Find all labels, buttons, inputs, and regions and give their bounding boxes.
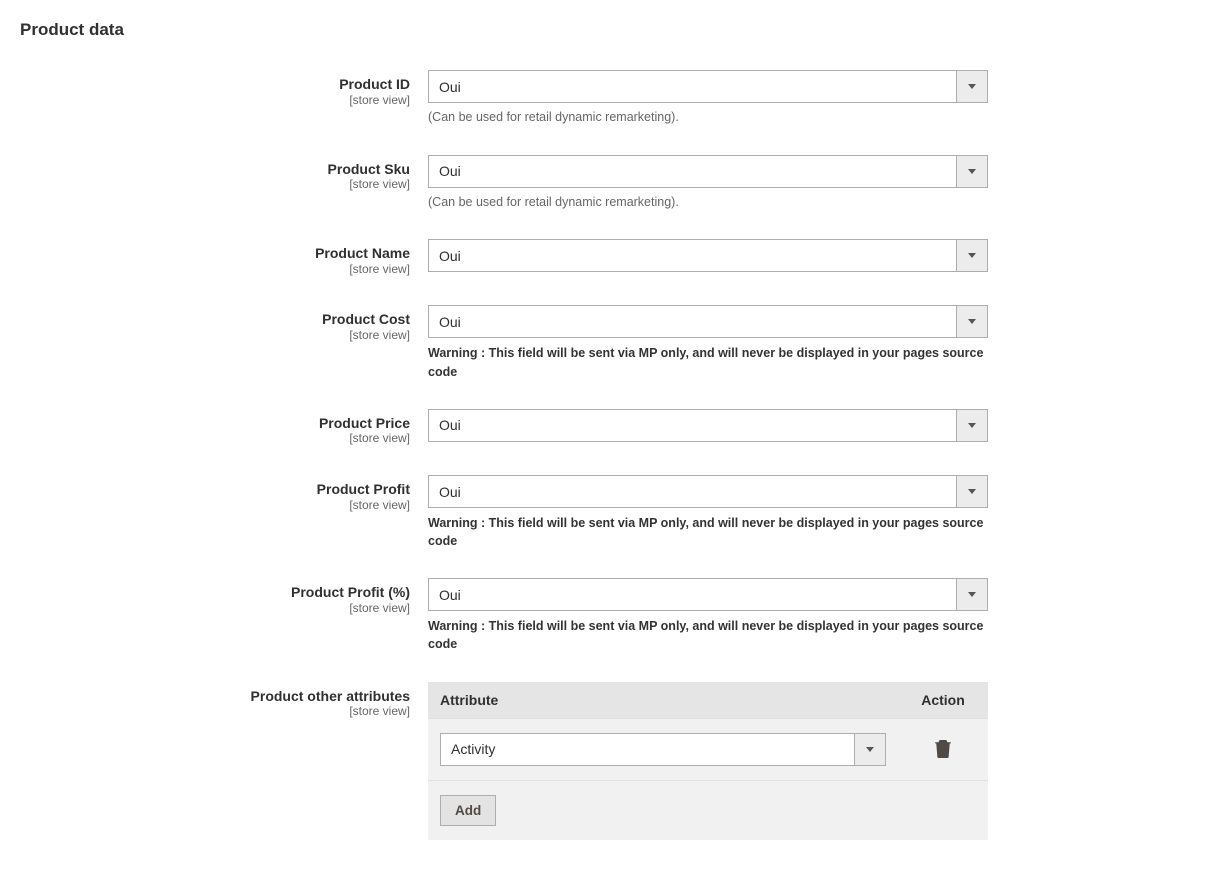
scope-label: [store view] bbox=[20, 601, 410, 617]
control-product-sku: Oui (Can be used for retail dynamic rema… bbox=[428, 155, 988, 212]
select-value: Oui bbox=[429, 248, 956, 264]
row-product-cost: Product Cost [store view] Oui Warning : … bbox=[20, 305, 1211, 380]
field-label: Product Cost bbox=[20, 311, 410, 328]
add-row: Add bbox=[428, 780, 988, 840]
chevron-down-icon bbox=[956, 156, 987, 187]
scope-label: [store view] bbox=[20, 431, 410, 447]
table-row: Activity bbox=[428, 718, 988, 780]
row-product-sku: Product Sku [store view] Oui (Can be use… bbox=[20, 155, 1211, 212]
label-product-sku: Product Sku [store view] bbox=[20, 155, 428, 193]
control-product-profit-pct: Oui Warning : This field will be sent vi… bbox=[428, 578, 988, 653]
label-product-name: Product Name [store view] bbox=[20, 239, 428, 277]
row-product-price: Product Price [store view] Oui bbox=[20, 409, 1211, 447]
label-product-profit-pct: Product Profit (%) [store view] bbox=[20, 578, 428, 616]
warning-product-profit-pct: Warning : This field will be sent via MP… bbox=[428, 617, 988, 653]
delete-button[interactable] bbox=[931, 737, 955, 761]
select-product-name[interactable]: Oui bbox=[428, 239, 988, 272]
warning-product-cost: Warning : This field will be sent via MP… bbox=[428, 344, 988, 380]
trash-icon bbox=[935, 740, 951, 758]
control-product-name: Oui bbox=[428, 239, 988, 272]
scope-label: [store view] bbox=[20, 262, 410, 278]
add-button[interactable]: Add bbox=[440, 795, 496, 826]
help-product-id: (Can be used for retail dynamic remarket… bbox=[428, 109, 988, 127]
select-product-price[interactable]: Oui bbox=[428, 409, 988, 442]
select-value: Oui bbox=[429, 314, 956, 330]
select-value: Activity bbox=[441, 741, 854, 757]
row-product-profit-pct: Product Profit (%) [store view] Oui Warn… bbox=[20, 578, 1211, 653]
field-label: Product ID bbox=[20, 76, 410, 93]
control-product-id: Oui (Can be used for retail dynamic rema… bbox=[428, 70, 988, 127]
select-value: Oui bbox=[429, 163, 956, 179]
label-other-attributes: Product other attributes [store view] bbox=[20, 682, 428, 720]
select-product-profit[interactable]: Oui bbox=[428, 475, 988, 508]
select-value: Oui bbox=[429, 587, 956, 603]
label-product-cost: Product Cost [store view] bbox=[20, 305, 428, 343]
select-product-sku[interactable]: Oui bbox=[428, 155, 988, 188]
chevron-down-icon bbox=[956, 476, 987, 507]
chevron-down-icon bbox=[956, 71, 987, 102]
chevron-down-icon bbox=[854, 734, 885, 765]
section-title: Product data bbox=[20, 20, 1211, 40]
col-attribute: Attribute bbox=[428, 682, 898, 719]
select-value: Oui bbox=[429, 484, 956, 500]
select-value: Oui bbox=[429, 417, 956, 433]
control-other-attributes: Attribute Action Activity bbox=[428, 682, 988, 840]
field-label: Product other attributes bbox=[20, 688, 410, 705]
row-product-name: Product Name [store view] Oui bbox=[20, 239, 1211, 277]
control-product-profit: Oui Warning : This field will be sent vi… bbox=[428, 475, 988, 550]
scope-label: [store view] bbox=[20, 498, 410, 514]
label-product-profit: Product Profit [store view] bbox=[20, 475, 428, 513]
row-product-profit: Product Profit [store view] Oui Warning … bbox=[20, 475, 1211, 550]
warning-product-profit: Warning : This field will be sent via MP… bbox=[428, 514, 988, 550]
row-other-attributes: Product other attributes [store view] At… bbox=[20, 682, 1211, 840]
select-attribute[interactable]: Activity bbox=[440, 733, 886, 766]
field-label: Product Name bbox=[20, 245, 410, 262]
chevron-down-icon bbox=[956, 410, 987, 441]
select-product-cost[interactable]: Oui bbox=[428, 305, 988, 338]
chevron-down-icon bbox=[956, 306, 987, 337]
field-label: Product Sku bbox=[20, 161, 410, 178]
field-label: Product Profit bbox=[20, 481, 410, 498]
field-label: Product Profit (%) bbox=[20, 584, 410, 601]
scope-label: [store view] bbox=[20, 704, 410, 720]
select-value: Oui bbox=[429, 79, 956, 95]
select-product-id[interactable]: Oui bbox=[428, 70, 988, 103]
control-product-cost: Oui Warning : This field will be sent vi… bbox=[428, 305, 988, 380]
scope-label: [store view] bbox=[20, 177, 410, 193]
scope-label: [store view] bbox=[20, 93, 410, 109]
select-product-profit-pct[interactable]: Oui bbox=[428, 578, 988, 611]
chevron-down-icon bbox=[956, 240, 987, 271]
control-product-price: Oui bbox=[428, 409, 988, 442]
row-product-id: Product ID [store view] Oui (Can be used… bbox=[20, 70, 1211, 127]
field-label: Product Price bbox=[20, 415, 410, 432]
help-product-sku: (Can be used for retail dynamic remarket… bbox=[428, 194, 988, 212]
label-product-id: Product ID [store view] bbox=[20, 70, 428, 108]
attributes-table: Attribute Action Activity bbox=[428, 682, 988, 840]
chevron-down-icon bbox=[956, 579, 987, 610]
label-product-price: Product Price [store view] bbox=[20, 409, 428, 447]
scope-label: [store view] bbox=[20, 328, 410, 344]
col-action: Action bbox=[898, 682, 988, 719]
